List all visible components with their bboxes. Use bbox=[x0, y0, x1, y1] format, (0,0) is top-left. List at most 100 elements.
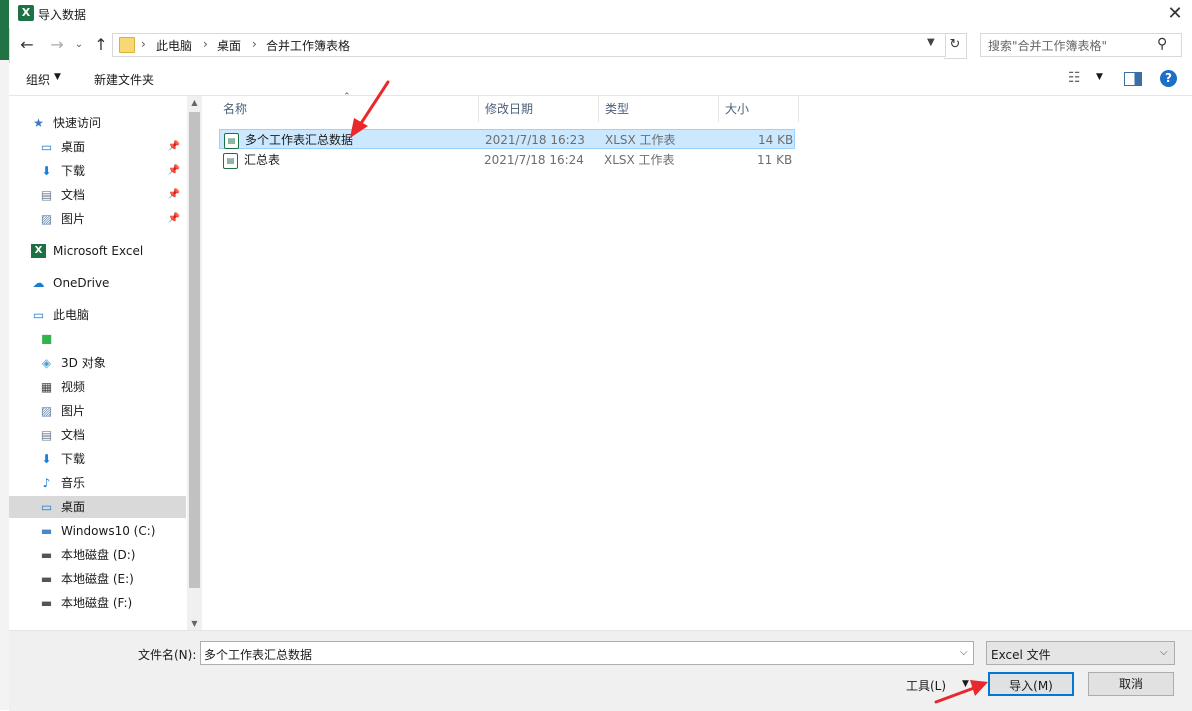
nav-item-label: 图片 bbox=[61, 404, 86, 418]
nav-item[interactable]: ▤ 文档 📌 bbox=[9, 184, 186, 206]
column-label: 名称 bbox=[223, 102, 248, 116]
arrow-left-icon: ← bbox=[20, 35, 34, 54]
nav-item[interactable]: X Microsoft Excel bbox=[9, 240, 186, 262]
document-icon: ▤ bbox=[40, 428, 53, 442]
nav-item[interactable]: ▦ 视频 bbox=[9, 376, 186, 398]
star-icon: ★ bbox=[33, 116, 44, 130]
nav-item-label: 本地磁盘 (F:) bbox=[61, 596, 133, 610]
breadcrumb-folder[interactable]: 合并工作簿表格 bbox=[266, 37, 350, 54]
help-icon[interactable]: ? bbox=[1160, 70, 1177, 87]
scroll-thumb[interactable] bbox=[189, 112, 200, 588]
refresh-icon: ↻ bbox=[949, 37, 961, 52]
nav-item[interactable]: ▭ 桌面 📌 bbox=[9, 136, 186, 158]
nav-item-label: 3D 对象 bbox=[61, 356, 106, 370]
sort-ascending-icon: ⌃ bbox=[343, 92, 351, 102]
document-icon: ▤ bbox=[40, 188, 53, 202]
file-name: 汇总表 bbox=[244, 153, 281, 167]
excel-icon: X bbox=[31, 244, 46, 258]
pin-icon: 📌 bbox=[167, 141, 180, 152]
nav-item-label: OneDrive bbox=[53, 276, 110, 290]
computer-icon: ▭ bbox=[32, 308, 45, 322]
column-header-date[interactable]: 修改日期 bbox=[479, 96, 599, 122]
nav-item[interactable]: ▨ 图片 bbox=[9, 400, 186, 422]
pin-icon: 📌 bbox=[167, 165, 180, 176]
nav-item-label: 桌面 bbox=[61, 140, 86, 154]
cube-icon: ◈ bbox=[41, 356, 52, 370]
nav-item-label: 文档 bbox=[61, 188, 86, 202]
nav-item[interactable]: ☁ OneDrive bbox=[9, 272, 186, 294]
recent-locations-button[interactable]: ⌄ bbox=[72, 34, 86, 56]
picture-icon: ▨ bbox=[40, 212, 53, 226]
import-button[interactable]: 导入(M) bbox=[988, 672, 1074, 696]
nav-item[interactable]: ▤ 文档 bbox=[9, 424, 186, 446]
caret-down-icon[interactable]: ▼ bbox=[1096, 72, 1103, 82]
nav-item-label: 文档 bbox=[61, 428, 86, 442]
music-icon: ♪ bbox=[42, 476, 51, 490]
xlsx-file-icon: ▤ bbox=[224, 133, 239, 149]
nav-item[interactable]: ◼ bbox=[9, 328, 186, 350]
address-dropdown-icon[interactable]: ▼ bbox=[927, 37, 935, 48]
nav-item-label: 桌面 bbox=[61, 500, 86, 514]
scroll-up-icon[interactable]: ▲ bbox=[187, 98, 202, 107]
breadcrumb-this-pc[interactable]: 此电脑 bbox=[156, 37, 192, 54]
caret-down-icon[interactable]: ▼ bbox=[962, 679, 969, 689]
picture-icon: ▨ bbox=[40, 404, 53, 418]
drive-icon: ▬ bbox=[40, 596, 53, 610]
nav-item[interactable]: ▬ 本地磁盘 (F:) bbox=[9, 592, 186, 614]
video-icon: ▦ bbox=[40, 380, 53, 394]
column-label: 类型 bbox=[605, 102, 630, 116]
refresh-button[interactable]: ↻ bbox=[944, 33, 967, 59]
nav-item[interactable]: ▨ 图片 📌 bbox=[9, 208, 186, 230]
column-header-name[interactable]: 名称 bbox=[203, 96, 479, 122]
drive-c-icon: ▬ bbox=[40, 524, 53, 538]
drive-icon: ▬ bbox=[40, 572, 53, 586]
nav-item[interactable]: ▬ 本地磁盘 (E:) bbox=[9, 568, 186, 590]
cancel-button[interactable]: 取消 bbox=[1088, 672, 1174, 696]
nav-item[interactable]: ⬇ 下载 bbox=[9, 448, 186, 470]
up-button[interactable]: ↑ bbox=[90, 34, 112, 56]
nav-item-label: 快速访问 bbox=[53, 116, 102, 130]
desktop-icon: ▭ bbox=[40, 140, 53, 154]
new-folder-button[interactable]: 新建文件夹 bbox=[94, 71, 154, 88]
file-row[interactable]: ▤ 汇总表 2021/7/18 16:24 XLSX 工作表 11 KB bbox=[219, 150, 795, 170]
nav-item[interactable]: ★ 快速访问 bbox=[9, 112, 186, 134]
filename-field[interactable] bbox=[200, 641, 974, 665]
nav-item[interactable]: ♪ 音乐 bbox=[9, 472, 186, 494]
nav-item[interactable]: ▭ 桌面 bbox=[9, 496, 186, 518]
file-size: 14 KB bbox=[758, 133, 794, 147]
column-header-type[interactable]: 类型 bbox=[599, 96, 719, 122]
forward-button[interactable]: → bbox=[46, 34, 68, 56]
search-icon[interactable]: ⚲ bbox=[1157, 36, 1167, 52]
nav-item[interactable]: ◈ 3D 对象 bbox=[9, 352, 186, 374]
organize-button[interactable]: 组织 bbox=[26, 71, 50, 88]
filename-label: 文件名(N): bbox=[138, 648, 197, 662]
breadcrumb-desktop[interactable]: 桌面 bbox=[217, 37, 241, 54]
chevron-down-icon[interactable]: ⌵ bbox=[960, 647, 968, 658]
file-list bbox=[203, 96, 1192, 630]
pin-icon: 📌 bbox=[167, 189, 180, 200]
nav-scrollbar[interactable]: ▲ ▼ bbox=[187, 96, 202, 630]
file-type: XLSX 工作表 bbox=[604, 153, 675, 167]
drive-icon: ▬ bbox=[40, 548, 53, 562]
scroll-down-icon[interactable]: ▼ bbox=[187, 619, 202, 628]
tools-button[interactable]: 工具(L) bbox=[906, 677, 946, 694]
command-bar bbox=[9, 63, 1192, 96]
pin-icon: 📌 bbox=[167, 213, 180, 224]
close-button[interactable]: ✕ bbox=[1160, 2, 1190, 26]
nav-item-label: 下载 bbox=[61, 164, 86, 178]
back-button[interactable]: ← bbox=[16, 34, 38, 56]
nav-item[interactable]: ▬ Windows10 (C:) bbox=[9, 520, 186, 542]
column-label: 大小 bbox=[725, 102, 750, 116]
file-row[interactable]: ▤ 多个工作表汇总数据 2021/7/18 16:23 XLSX 工作表 14 … bbox=[219, 129, 795, 149]
file-type: XLSX 工作表 bbox=[605, 133, 676, 147]
nav-item[interactable]: ▭ 此电脑 bbox=[9, 304, 186, 326]
column-header-size[interactable]: 大小 bbox=[719, 96, 799, 122]
preview-pane-icon[interactable] bbox=[1124, 72, 1142, 86]
nav-item-label: Windows10 (C:) bbox=[61, 524, 156, 538]
desktop-icon: ▭ bbox=[40, 500, 53, 514]
nav-item[interactable]: ▬ 本地磁盘 (D:) bbox=[9, 544, 186, 566]
nav-item[interactable]: ⬇ 下载 📌 bbox=[9, 160, 186, 182]
chevron-down-icon[interactable]: ⌵ bbox=[1160, 647, 1168, 658]
view-options-icon[interactable]: ☷ bbox=[1068, 70, 1081, 86]
xlsx-file-icon: ▤ bbox=[223, 153, 238, 169]
